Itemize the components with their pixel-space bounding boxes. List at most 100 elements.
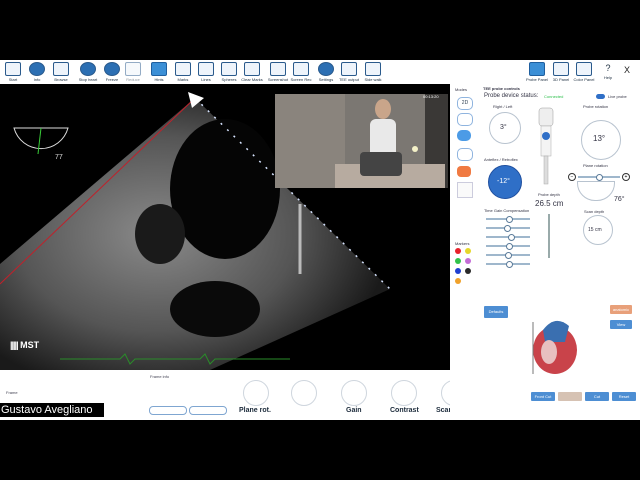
probe-depth-label: Probe depth bbox=[538, 192, 560, 197]
info-icon bbox=[29, 62, 45, 76]
3d-panel-icon bbox=[553, 62, 569, 76]
defaults-button[interactable]: Defaults bbox=[484, 306, 508, 318]
tgc-slider[interactable] bbox=[486, 225, 530, 232]
speaker-name-tag: Gustavo Avegliano bbox=[0, 403, 104, 417]
probe-thumb-icon bbox=[457, 182, 473, 198]
slider-thumb[interactable] bbox=[506, 243, 513, 250]
color-panel-button[interactable]: Color Panel bbox=[573, 61, 595, 83]
gain-knob[interactable] bbox=[341, 380, 367, 406]
probe-panel-button[interactable]: Probe Panel bbox=[526, 61, 548, 83]
angle-needle bbox=[37, 127, 42, 155]
slider-thumb[interactable] bbox=[508, 234, 515, 241]
status-label: Probe device status: bbox=[484, 93, 539, 99]
contrast-knob[interactable] bbox=[391, 380, 417, 406]
slider-thumb[interactable] bbox=[506, 216, 513, 223]
slider-thumb[interactable] bbox=[596, 174, 603, 181]
tgc-slider[interactable] bbox=[486, 261, 530, 268]
clear-marks-button[interactable]: Clear Marks bbox=[241, 61, 263, 83]
reduce-icon bbox=[125, 62, 141, 76]
plane-rotation-dial[interactable] bbox=[577, 181, 615, 201]
spheres-label: Spheres bbox=[221, 77, 237, 82]
live-probe-toggle[interactable] bbox=[596, 94, 605, 99]
reduce-button[interactable]: Reduce bbox=[122, 61, 144, 83]
tee-output-button[interactable]: TEE output bbox=[338, 61, 360, 83]
side-walk-button[interactable]: Side walk bbox=[362, 61, 384, 83]
screen-rec-button[interactable]: Screen Rec bbox=[290, 61, 312, 83]
anteflex-label: Anteflex / Retroflex bbox=[484, 157, 518, 162]
plane-rotation-slider[interactable] bbox=[578, 174, 620, 181]
slider-thumb[interactable] bbox=[505, 252, 512, 259]
contrast-label: Contrast bbox=[390, 407, 419, 414]
live-probe-label: Live probe bbox=[608, 94, 627, 99]
marker-color-swatch[interactable] bbox=[465, 268, 471, 274]
stop-heart-button[interactable]: Stop heart bbox=[77, 61, 99, 83]
view-button[interactable]: View bbox=[610, 320, 632, 329]
help-button[interactable]: ? Help bbox=[597, 61, 619, 83]
anatomic-button[interactable]: anatomic bbox=[610, 305, 632, 314]
cut-button[interactable]: Cut bbox=[585, 392, 609, 401]
close-button[interactable]: X bbox=[624, 65, 630, 75]
marker-color-swatch[interactable] bbox=[465, 258, 471, 264]
browse-label: Browse bbox=[54, 77, 68, 82]
mst-logo: ||||| MST bbox=[10, 340, 39, 350]
scan-depth-label: Scan depth bbox=[584, 209, 605, 214]
video-timer: 00:13:20 bbox=[423, 94, 439, 99]
clear-marks-icon bbox=[244, 62, 260, 76]
tgc-slider[interactable] bbox=[486, 216, 530, 223]
gain-label: Gain bbox=[346, 407, 362, 414]
plane-rotation-increase[interactable]: + bbox=[622, 173, 630, 181]
blank-button[interactable] bbox=[558, 392, 582, 401]
marker-color-swatch[interactable] bbox=[455, 258, 461, 264]
marker-color-swatch[interactable] bbox=[455, 268, 461, 274]
stop-heart-label: Stop heart bbox=[78, 77, 98, 82]
lines-icon bbox=[198, 62, 214, 76]
heart-3d-model[interactable] bbox=[525, 312, 585, 378]
gear-icon bbox=[318, 62, 334, 76]
plane-rot-knob[interactable] bbox=[243, 380, 269, 406]
freeze-button[interactable]: Freeze bbox=[101, 61, 123, 83]
logo-bars-icon: ||||| bbox=[10, 340, 19, 350]
mode-2d-button[interactable]: 2D bbox=[457, 97, 473, 110]
marks-button[interactable]: Marks bbox=[172, 61, 194, 83]
browse-button[interactable]: Browse bbox=[50, 61, 72, 83]
frame-slider-left[interactable] bbox=[149, 406, 187, 415]
3d-panel-button[interactable]: 3D Panel bbox=[550, 61, 572, 83]
reduce-label: Reduce bbox=[126, 77, 140, 82]
frame-label: Frame bbox=[6, 390, 18, 395]
tgc-slider[interactable] bbox=[486, 234, 530, 241]
screen-rec-label: Screen Rec bbox=[290, 77, 312, 82]
marker-color-swatch[interactable] bbox=[455, 248, 461, 254]
plane-rotation-decrease[interactable]: − bbox=[568, 173, 576, 181]
slider-thumb[interactable] bbox=[506, 261, 513, 268]
hints-button[interactable]: Hints bbox=[148, 61, 170, 83]
reset-button[interactable]: Reset bbox=[612, 392, 636, 401]
info-button[interactable]: Info bbox=[26, 61, 48, 83]
slider-thumb[interactable] bbox=[504, 225, 511, 232]
mode-xp-button[interactable] bbox=[457, 148, 473, 161]
mode-sim-button[interactable] bbox=[457, 130, 471, 141]
right-left-value: 3° bbox=[500, 124, 507, 131]
extra-knob[interactable] bbox=[291, 380, 317, 406]
webcam-overlay: 00:13:20 bbox=[275, 94, 448, 188]
frame-slider-right[interactable] bbox=[189, 406, 227, 415]
tgc-slider[interactable] bbox=[486, 243, 530, 250]
mode-3d-button[interactable] bbox=[457, 113, 473, 126]
front-cut-button[interactable]: Front Cut bbox=[531, 392, 555, 401]
probe-control-panel: TEE probe controls Probe device status: … bbox=[450, 84, 640, 420]
depth-track[interactable] bbox=[548, 214, 550, 258]
start-button[interactable]: Start bbox=[2, 61, 24, 83]
settings-button[interactable]: Settings bbox=[315, 61, 337, 83]
status-value: Connected bbox=[544, 94, 564, 99]
lines-button[interactable]: Lines bbox=[195, 61, 217, 83]
mode-heart-button[interactable] bbox=[457, 166, 471, 177]
marker-color-swatch[interactable] bbox=[455, 278, 461, 284]
main-toolbar: Start Info Browse Stop heart Freeze Redu… bbox=[0, 60, 640, 85]
tee-probe-icon bbox=[538, 107, 554, 185]
tgc-slider[interactable] bbox=[486, 252, 530, 259]
marker-palette bbox=[455, 248, 479, 288]
help-icon: ? bbox=[605, 63, 611, 73]
marker-color-swatch[interactable] bbox=[465, 248, 471, 254]
screenshot-button[interactable]: Screenshot bbox=[267, 61, 289, 83]
probe-rotation-value: 13° bbox=[593, 134, 606, 143]
spheres-button[interactable]: Spheres bbox=[218, 61, 240, 83]
